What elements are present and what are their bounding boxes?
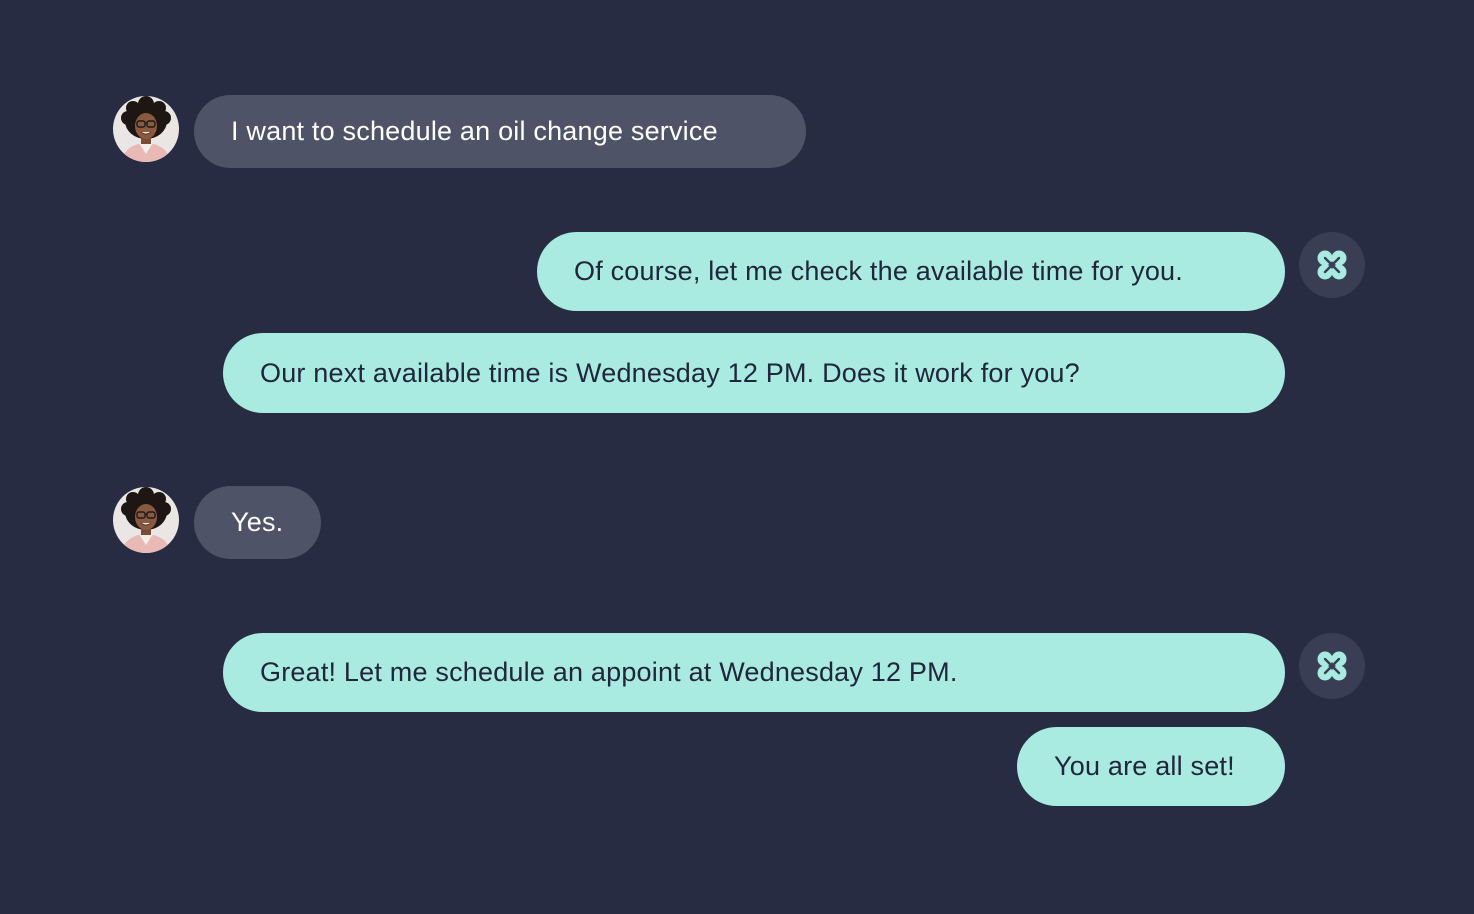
user-avatar bbox=[113, 96, 179, 162]
chat-thread: I want to schedule an oil change service… bbox=[0, 0, 1474, 914]
user-avatar-photo bbox=[113, 487, 179, 553]
user-message-bubble: I want to schedule an oil change service bbox=[194, 95, 806, 168]
user-avatar-photo bbox=[113, 96, 179, 162]
four-petal-logo-icon bbox=[1314, 247, 1350, 283]
bot-message-bubble: Great! Let me schedule an appoint at Wed… bbox=[223, 633, 1285, 712]
bot-message-bubble: You are all set! bbox=[1017, 727, 1285, 806]
bot-message-bubble: Of course, let me check the available ti… bbox=[537, 232, 1285, 311]
bot-avatar bbox=[1299, 232, 1365, 298]
user-avatar bbox=[113, 487, 179, 553]
bot-message-bubble: Our next available time is Wednesday 12 … bbox=[223, 333, 1285, 413]
user-message-bubble: Yes. bbox=[194, 486, 321, 559]
bot-avatar bbox=[1299, 633, 1365, 699]
four-petal-logo-icon bbox=[1314, 648, 1350, 684]
